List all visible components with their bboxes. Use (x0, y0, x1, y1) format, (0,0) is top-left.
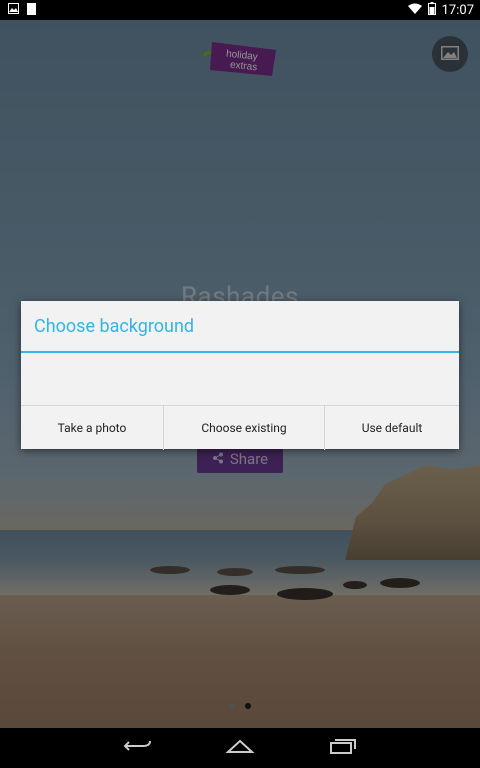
back-button[interactable] (118, 736, 158, 760)
navigation-bar (0, 728, 480, 768)
choose-background-dialog: Choose background Take a photo Choose ex… (21, 301, 459, 450)
sim-card-icon (27, 3, 36, 19)
status-left (8, 3, 36, 19)
status-right: 17:07 (407, 2, 474, 19)
choose-existing-button[interactable]: Choose existing (163, 406, 324, 450)
dialog-body (21, 353, 459, 405)
recents-button[interactable] (322, 736, 362, 760)
status-time: 17:07 (441, 3, 474, 18)
dialog-title: Choose background (34, 316, 195, 337)
wifi-icon (407, 3, 422, 19)
home-icon (225, 738, 255, 758)
image-notification-icon (8, 3, 19, 19)
back-icon (123, 738, 153, 758)
recents-icon (327, 738, 357, 758)
battery-icon (427, 2, 436, 19)
status-bar: 17:07 (0, 0, 480, 20)
dialog-actions: Take a photo Choose existing Use default (21, 405, 459, 450)
use-default-button[interactable]: Use default (324, 406, 459, 450)
home-button[interactable] (220, 736, 260, 760)
take-photo-button[interactable]: Take a photo (21, 406, 163, 450)
